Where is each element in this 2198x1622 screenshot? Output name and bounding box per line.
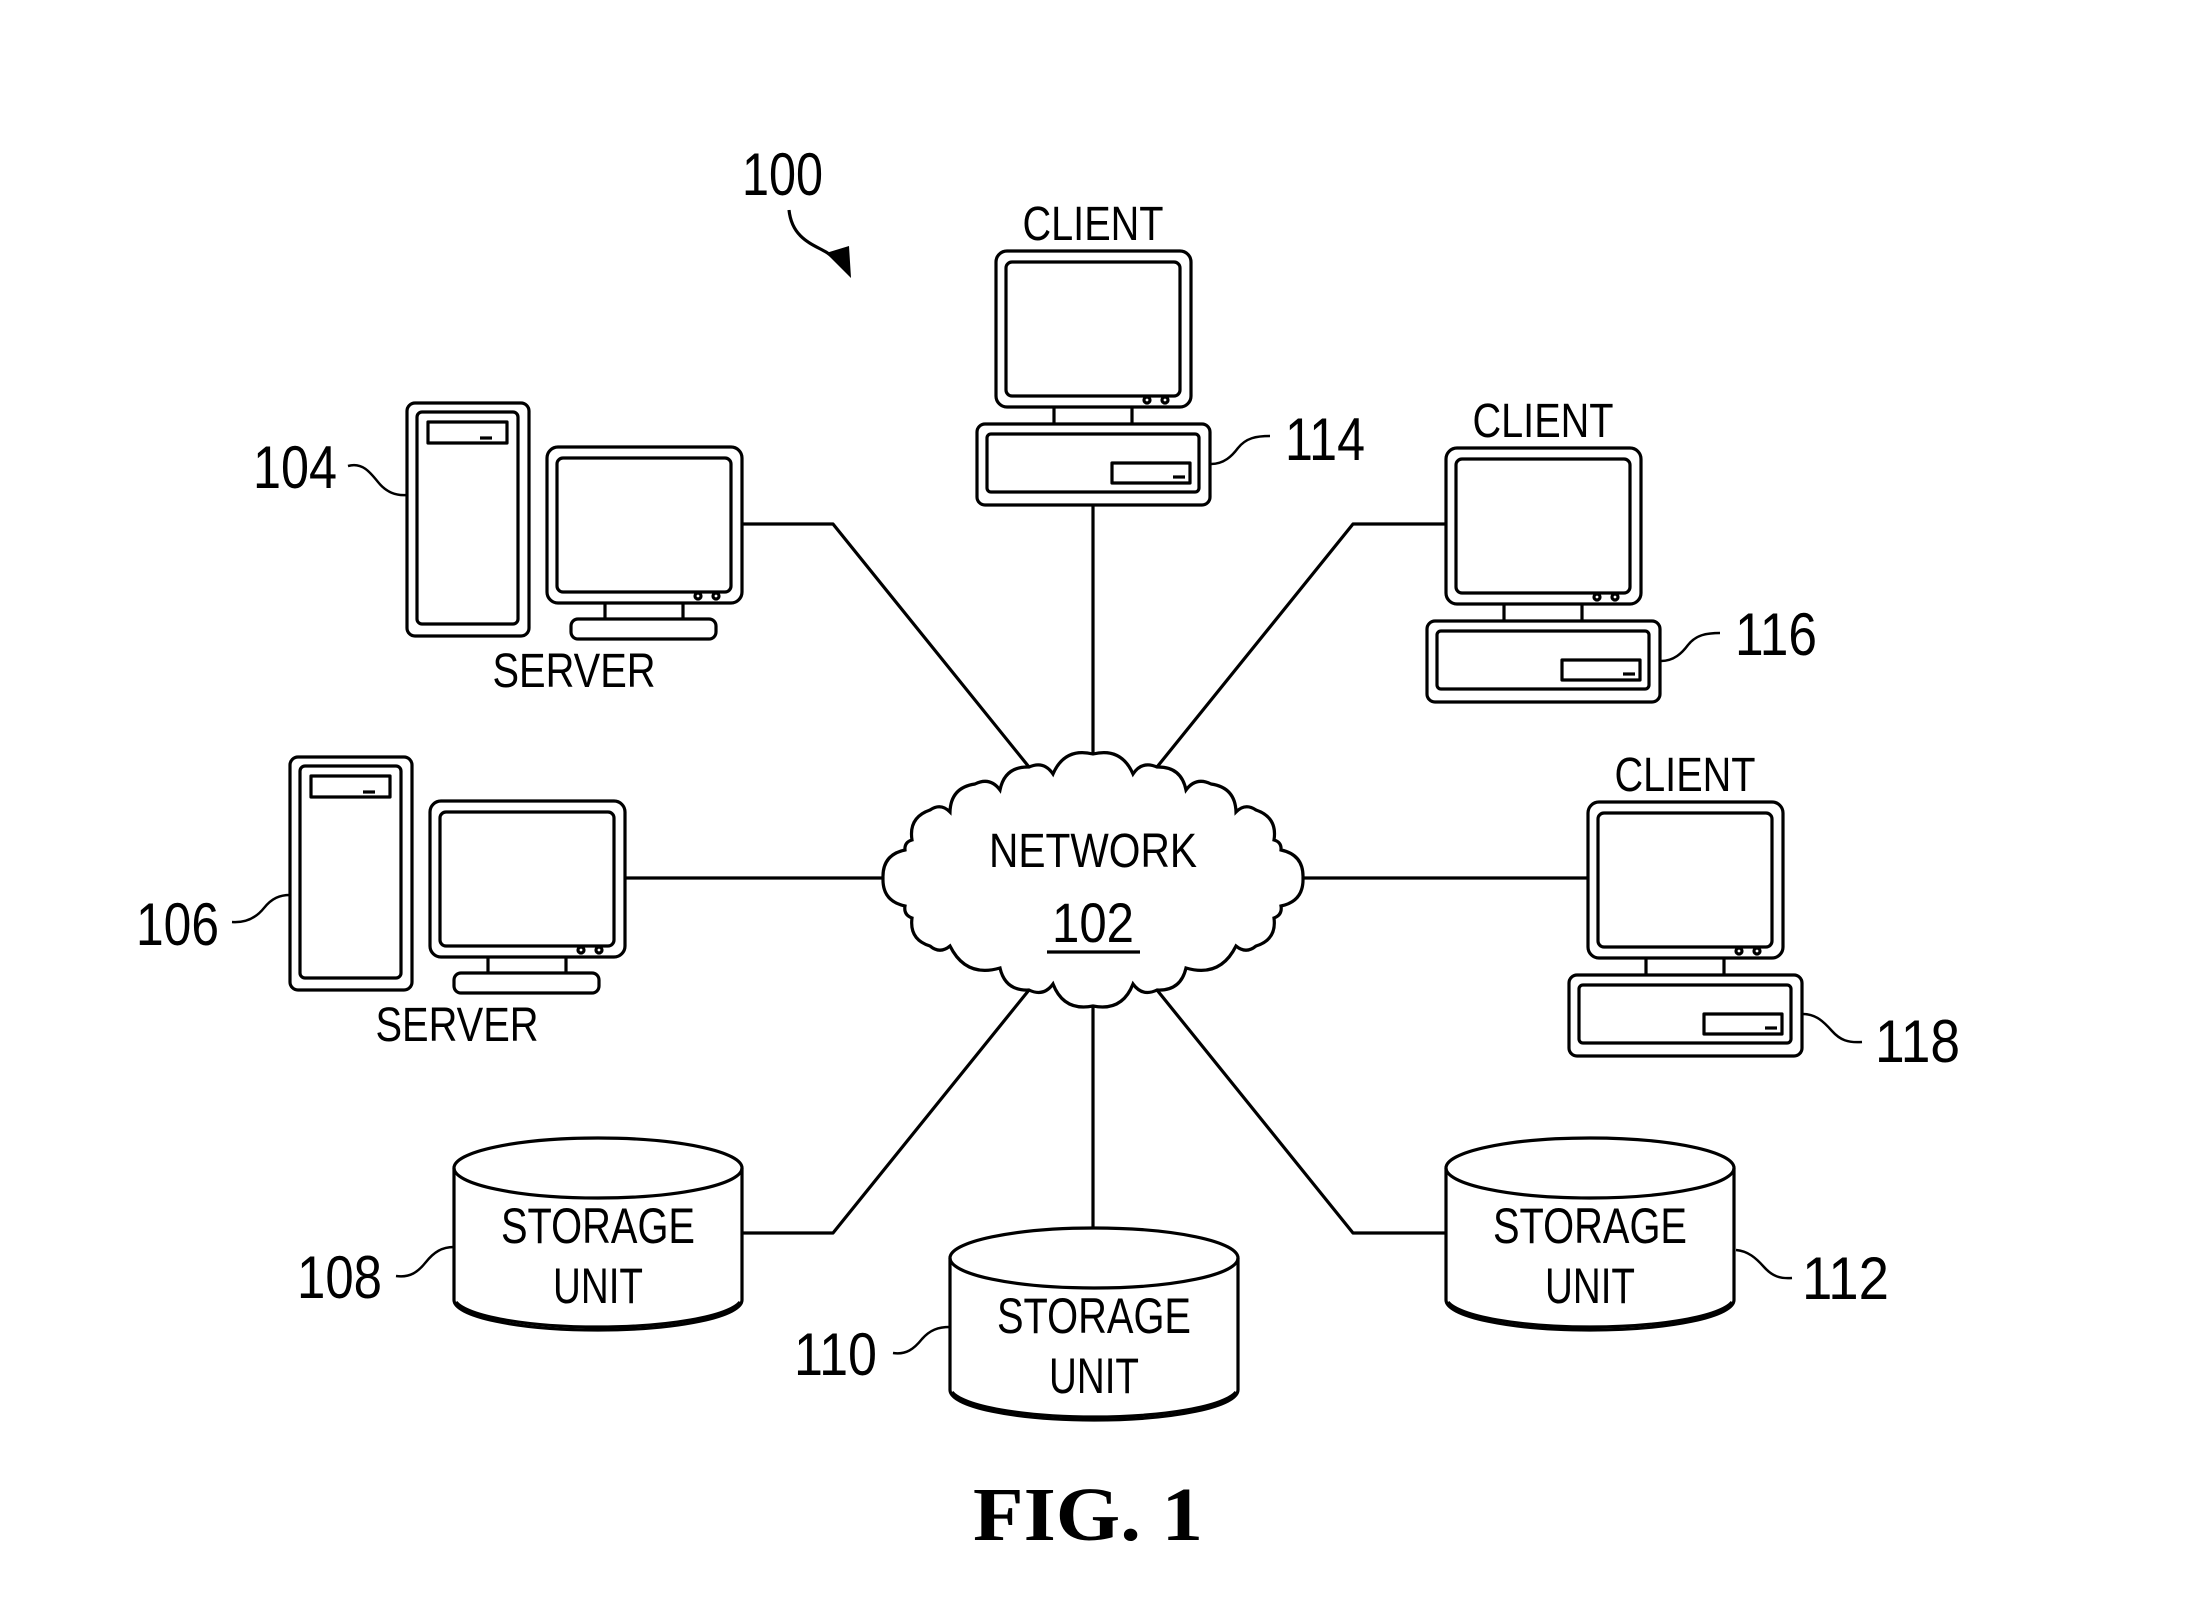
reference-116: 116 (1735, 601, 1817, 668)
server-106: SERVER (288, 755, 627, 1052)
leader-114 (1210, 434, 1271, 466)
reference-112: 112 (1802, 1245, 1889, 1312)
client-label: CLIENT (1473, 395, 1614, 448)
monitor-frame-icon (545, 445, 744, 605)
storage-110: STORAGEUNIT (948, 1226, 1240, 1422)
storage-112: STORAGEUNIT (1444, 1136, 1736, 1332)
reference-118: 118 (1875, 1008, 1960, 1075)
client-118: CLIENT (1567, 749, 1804, 1058)
leader-112 (1735, 1248, 1793, 1280)
client-label: CLIENT (1615, 749, 1756, 802)
monitor-frame-icon (1586, 800, 1785, 960)
monitor-frame-icon (994, 249, 1193, 409)
monitor-frame-icon (428, 799, 627, 959)
network-reference: 102 (1052, 891, 1134, 954)
storage-label-line2: UNIT (1049, 1348, 1139, 1404)
server-label: SERVER (493, 645, 656, 698)
monitor-base (452, 971, 601, 995)
storage-label-line1: STORAGE (501, 1198, 695, 1254)
link-client-116 (1155, 522, 1446, 769)
storage-108: STORAGEUNIT (452, 1136, 744, 1332)
storage-label-line2: UNIT (1545, 1258, 1635, 1314)
monitor-base (569, 617, 718, 641)
reference-100: 100 (742, 141, 823, 208)
link-storage-112 (1155, 988, 1446, 1235)
server-tower-icon (405, 401, 531, 638)
network-cloud: NETWORK 102 (881, 751, 1305, 1009)
monitor-frame-icon (1444, 446, 1643, 606)
leader-118 (1802, 1012, 1863, 1044)
leader-116 (1660, 631, 1721, 663)
reference-110: 110 (794, 1321, 877, 1388)
client-label: CLIENT (1023, 198, 1164, 251)
reference-106: 106 (136, 891, 219, 958)
reference-108: 108 (297, 1244, 382, 1311)
reference-114: 114 (1285, 406, 1365, 473)
client-116: CLIENT (1425, 395, 1662, 704)
storage-label-line1: STORAGE (1493, 1198, 1687, 1254)
storage-label-line1: STORAGE (997, 1288, 1191, 1344)
network-label: NETWORK (989, 825, 1197, 878)
server-label: SERVER (376, 999, 539, 1052)
client-114: CLIENT (975, 198, 1212, 507)
server-104: SERVER (405, 401, 744, 698)
cloud-shape (881, 751, 1305, 1009)
network-diagram: NETWORK 102 SERVER SERVER CLIENT CLIENT … (136, 141, 1960, 1557)
storage-label-line2: UNIT (553, 1258, 643, 1314)
leader-104 (347, 463, 408, 497)
leader-106 (231, 893, 291, 924)
server-tower-icon (288, 755, 414, 992)
leader-110 (892, 1325, 951, 1355)
arrowhead-100-icon (826, 246, 851, 278)
link-storage-108 (742, 988, 1031, 1235)
link-server-104 (741, 522, 1031, 769)
reference-104: 104 (253, 434, 337, 501)
figure-caption: FIG. 1 (973, 1473, 1203, 1557)
leader-108 (395, 1245, 455, 1278)
